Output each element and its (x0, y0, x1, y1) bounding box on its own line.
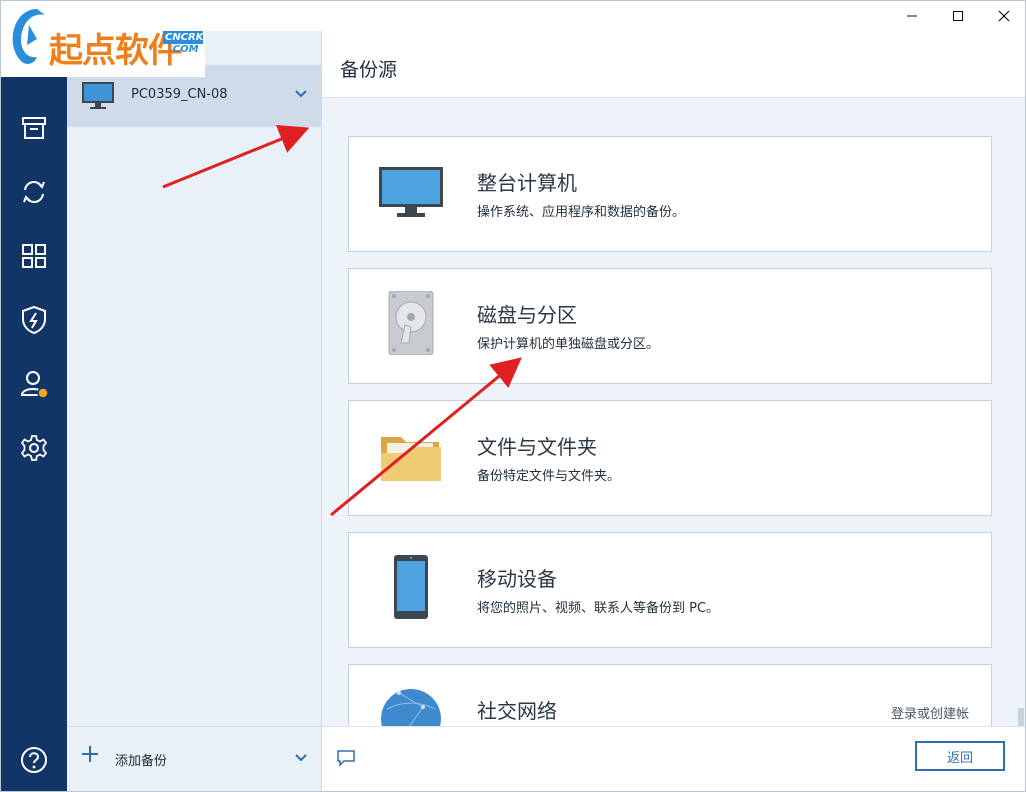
close-icon (998, 10, 1010, 22)
nav-account[interactable] (17, 367, 51, 401)
feedback-button[interactable] (336, 749, 356, 771)
dashboard-icon (22, 244, 46, 268)
add-backup-dropdown[interactable] (295, 751, 307, 765)
globe-icon (381, 689, 441, 728)
chat-icon (337, 750, 355, 767)
logo-text: 起点软件 (49, 31, 182, 71)
nav-dashboard[interactable] (17, 239, 51, 273)
nav-protection[interactable] (17, 303, 51, 337)
maximize-icon (953, 11, 963, 21)
source-title: 移动设备 (477, 567, 557, 591)
back-button[interactable]: 返回 (915, 741, 1005, 771)
source-desc: 操作系统、应用程序和数据的备份。 (477, 205, 686, 220)
chevron-down-icon[interactable] (295, 87, 307, 101)
logo-swirl-icon (12, 9, 45, 64)
add-backup-bar: 添加备份 (67, 726, 321, 791)
minimize-button[interactable] (889, 1, 935, 31)
main-nav (1, 77, 67, 791)
watermark-logo: 起点软件 CNCRK .COM (1, 1, 205, 77)
source-title: 磁盘与分区 (477, 303, 577, 327)
source-desc: 保护计算机的单独磁盘或分区。 (477, 337, 660, 352)
main-header: 备份源 (322, 31, 1025, 98)
logo-tag: CNCRK .COM (163, 31, 204, 55)
nav-backup[interactable] (17, 111, 51, 145)
folder-icon (381, 437, 441, 481)
phone-icon (394, 555, 428, 619)
source-card-disks[interactable]: 磁盘与分区 保护计算机的单独磁盘或分区。 (348, 268, 992, 384)
source-card-entire-pc[interactable]: 整台计算机 操作系统、应用程序和数据的备份。 (348, 136, 992, 252)
archive-icon (22, 117, 46, 139)
add-backup-label[interactable]: 添加备份 (115, 750, 167, 769)
settings-icon (20, 435, 48, 461)
source-title: 文件与文件夹 (477, 435, 597, 459)
shield-icon (22, 305, 46, 335)
nav-settings[interactable] (17, 431, 51, 465)
social-login-link[interactable]: 登录或创建帐 (891, 703, 969, 722)
nav-help[interactable] (17, 743, 51, 777)
source-card-mobile[interactable]: 移动设备 将您的照片、视频、联系人等备份到 PC。 (348, 532, 992, 648)
backup-list-panel: PC0359_CN-08 添加备份 (67, 31, 322, 791)
source-desc: 将您的照片、视频、联系人等备份到 PC。 (477, 601, 720, 616)
account-icon (20, 371, 49, 399)
source-card-files[interactable]: 文件与文件夹 备份特定文件与文件夹。 (348, 400, 992, 516)
nav-sync[interactable] (17, 175, 51, 209)
scrollbar[interactable] (1018, 708, 1024, 728)
sync-icon (23, 181, 45, 203)
main-panel: 备份源 整台计算机 操作系统、应用程序和数据的备份。 磁盘与分区 保护计算机的单… (322, 31, 1025, 791)
close-button[interactable] (981, 1, 1025, 31)
title-bar (321, 1, 1025, 31)
maximize-button[interactable] (935, 1, 981, 31)
source-desc: 备份特定文件与文件夹。 (477, 469, 621, 484)
main-footer: 返回 (322, 726, 1025, 791)
page-title: 备份源 (340, 59, 398, 81)
help-icon (21, 747, 47, 773)
backup-name: PC0359_CN-08 (131, 87, 228, 102)
minimize-icon (907, 15, 917, 17)
plus-icon (82, 746, 98, 762)
chevron-down-icon (295, 754, 307, 762)
notification-dot (37, 387, 49, 399)
app-window: PC0359_CN-08 添加备份 备份源 整台计算机 操作系统、应用程序和数据… (0, 0, 1026, 792)
hard-disk-icon (388, 291, 434, 355)
backup-source-list: 整台计算机 操作系统、应用程序和数据的备份。 磁盘与分区 保护计算机的单独磁盘或… (322, 98, 1025, 728)
source-title: 社交网络 (477, 699, 557, 723)
source-card-social[interactable]: 社交网络 登录或创建帐 (348, 664, 992, 728)
source-title: 整台计算机 (477, 171, 577, 195)
monitor-icon (82, 82, 114, 109)
monitor-icon (379, 167, 443, 217)
add-backup-button[interactable] (81, 745, 99, 768)
